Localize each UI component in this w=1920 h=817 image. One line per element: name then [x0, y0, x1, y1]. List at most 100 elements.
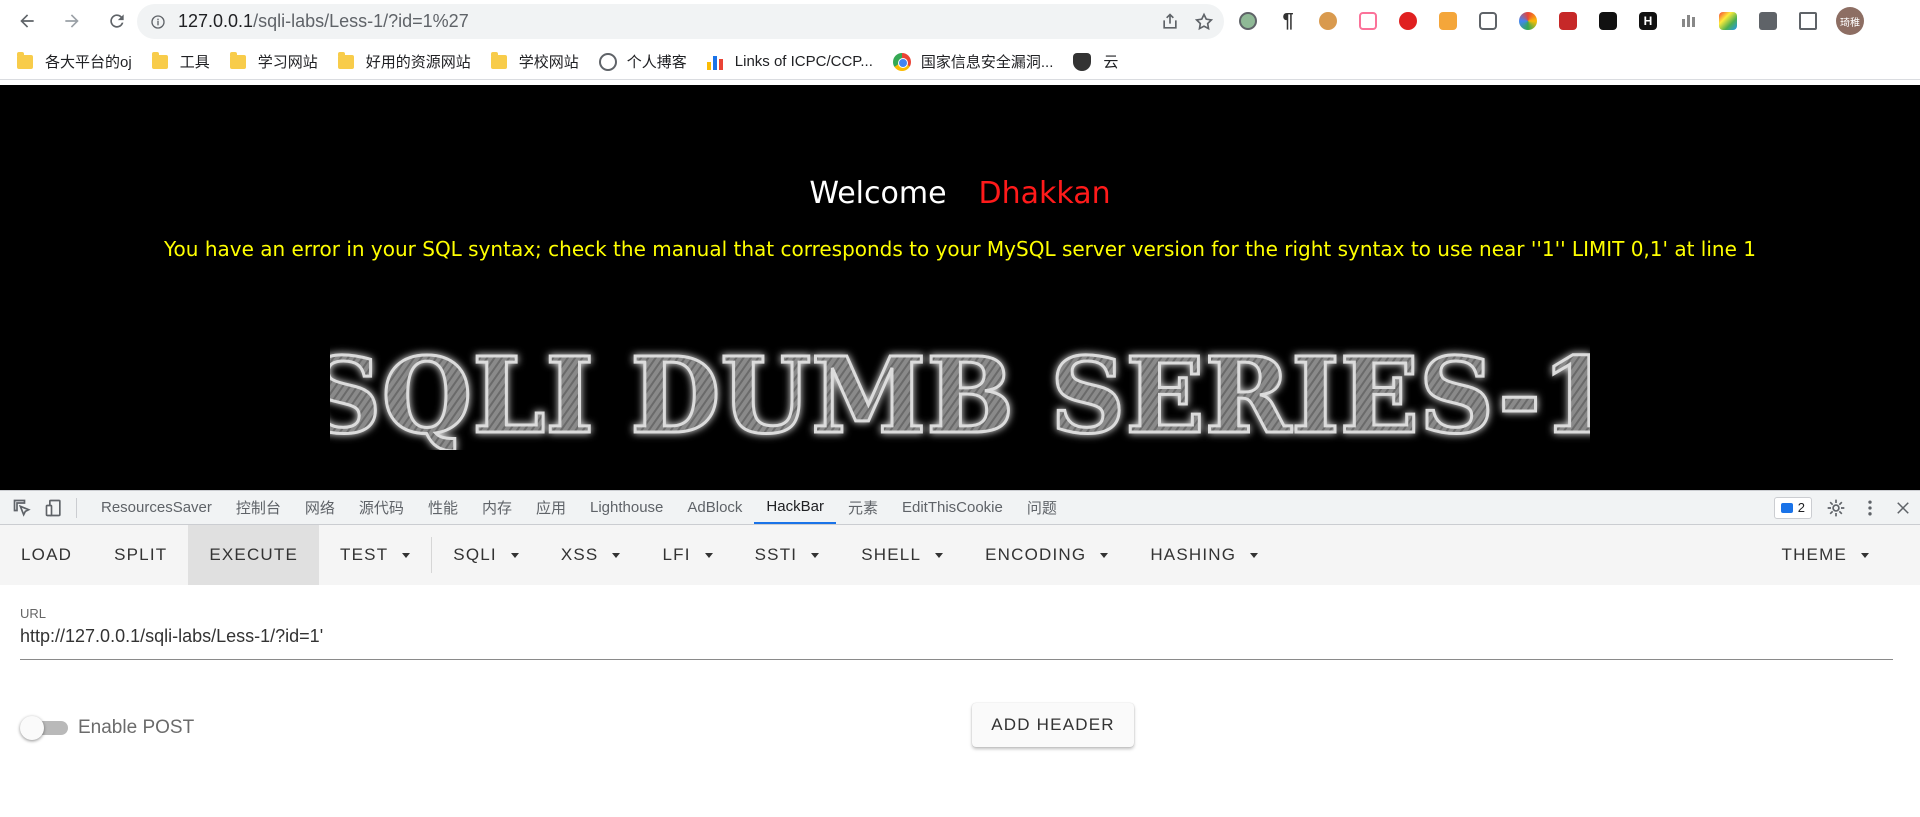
rainbow-extension-icon[interactable]: [1716, 9, 1740, 33]
profile-avatar[interactable]: 琦稚: [1836, 7, 1864, 35]
enable-post-switch[interactable]: [20, 716, 68, 740]
colorwheel-extension-icon[interactable]: [1516, 9, 1540, 33]
red-square-extension-icon[interactable]: [1556, 9, 1580, 33]
execute-button[interactable]: EXECUTE: [188, 525, 320, 585]
caret-down-icon: [1861, 552, 1869, 558]
bookmark-cloud[interactable]: 云: [1073, 48, 1118, 76]
bookmark-icpc-links[interactable]: Links of ICPC/CCP...: [706, 48, 873, 76]
bookmark-folder-oj[interactable]: 各大平台的oj: [17, 48, 132, 76]
bars-extension-icon[interactable]: [1676, 9, 1700, 33]
tab-performance[interactable]: 性能: [416, 491, 470, 524]
caret-down-icon: [811, 552, 820, 558]
bookmark-folder-study[interactable]: 学习网站: [229, 48, 318, 76]
address-bar[interactable]: 127.0.0.1/sqli-labs/Less-1/?id=1%27: [137, 4, 1224, 39]
sqli-label: SQLI: [453, 545, 497, 564]
cloud-icon: [1073, 52, 1092, 71]
lfi-menu-button[interactable]: LFI: [641, 525, 733, 585]
xss-menu-button[interactable]: XSS: [540, 525, 642, 585]
back-icon[interactable]: [9, 3, 45, 39]
cookie-extension-icon[interactable]: [1316, 9, 1340, 33]
tab-adblock[interactable]: AdBlock: [675, 491, 754, 524]
url-path: /sqli-labs/Less-1/?id=1%27: [253, 11, 469, 31]
settings-gear-icon[interactable]: [1826, 498, 1846, 518]
bookmark-folder-school[interactable]: 学校网站: [490, 48, 579, 76]
bookmark-label: 工具: [179, 54, 210, 71]
site-info-icon[interactable]: [150, 14, 166, 30]
page-viewport: Welcome Dhakkan You have an error in your…: [0, 85, 1920, 490]
bookmark-folder-resources[interactable]: 好用的资源网站: [337, 48, 471, 76]
puzzle-extension-icon[interactable]: [1756, 9, 1780, 33]
test-label: TEST: [340, 545, 389, 564]
forward-icon[interactable]: [54, 3, 90, 39]
bookmark-star-icon[interactable]: [1194, 12, 1214, 32]
tab-network[interactable]: 网络: [293, 491, 347, 524]
device-toolbar-icon[interactable]: [44, 498, 64, 518]
ssti-menu-button[interactable]: SSTI: [734, 525, 841, 585]
theme-menu-button[interactable]: THEME: [1761, 525, 1891, 585]
tab-issues[interactable]: 问题: [1015, 491, 1069, 524]
bookmark-folder-tools[interactable]: 工具: [151, 48, 210, 76]
issues-badge[interactable]: 2: [1773, 496, 1812, 519]
chart-icon: [706, 54, 725, 70]
globe-icon: [598, 52, 617, 71]
tab-elements[interactable]: 元素: [836, 491, 890, 524]
close-devtools-icon[interactable]: [1894, 499, 1912, 517]
username-text: Dhakkan: [978, 176, 1111, 211]
tab-resourcessaver[interactable]: ResourcesSaver: [89, 491, 224, 524]
folder-icon: [229, 51, 246, 69]
green-circle-extension-icon[interactable]: [1236, 9, 1260, 33]
load-button[interactable]: LOAD: [0, 525, 93, 585]
bookmark-cnnvd[interactable]: 国家信息安全漏洞...: [892, 48, 1053, 76]
tab-sources[interactable]: 源代码: [347, 491, 416, 524]
copy-extension-icon[interactable]: [1476, 9, 1500, 33]
orange-extension-icon[interactable]: [1436, 9, 1460, 33]
black-eyes-extension-icon[interactable]: [1596, 9, 1620, 33]
welcome-text: Welcome: [809, 176, 947, 211]
url-field[interactable]: http://127.0.0.1/sqli-labs/Less-1/?id=1': [20, 626, 323, 647]
lfi-label: LFI: [662, 545, 691, 564]
enable-post-toggle[interactable]: Enable POST: [20, 716, 194, 740]
red-hand-extension-icon[interactable]: [1396, 9, 1420, 33]
caret-down-icon: [935, 552, 944, 558]
add-header-button[interactable]: ADD HEADER: [972, 703, 1134, 747]
split-button[interactable]: SPLIT: [93, 525, 188, 585]
tab-hackbar[interactable]: HackBar: [754, 491, 836, 524]
chrome-icon: [892, 52, 911, 71]
share-icon[interactable]: [1160, 12, 1180, 32]
caret-down-icon: [1100, 552, 1109, 558]
bookmark-label: 云: [1103, 54, 1119, 71]
more-options-icon[interactable]: [1860, 498, 1880, 518]
encoding-menu-button[interactable]: ENCODING: [964, 525, 1129, 585]
theme-label: THEME: [1781, 545, 1847, 564]
folder-icon: [490, 51, 507, 69]
caret-down-icon: [612, 552, 621, 558]
execute-label: EXECUTE: [209, 545, 299, 564]
banner-text: SQLI DUMB SERIES-1: [330, 340, 1590, 450]
bookmark-personal-blog[interactable]: 个人搏客: [598, 48, 687, 76]
bilibili-extension-icon[interactable]: [1356, 9, 1380, 33]
tab-editthiscookie[interactable]: EditThisCookie: [890, 491, 1015, 524]
tab-application[interactable]: 应用: [524, 491, 578, 524]
sqli-menu-button[interactable]: SQLI: [432, 525, 540, 585]
reload-icon[interactable]: [99, 3, 135, 39]
hashing-menu-button[interactable]: HASHING: [1129, 525, 1279, 585]
encoding-label: ENCODING: [985, 545, 1087, 564]
caret-down-icon: [1250, 552, 1259, 558]
test-menu-button[interactable]: TEST: [319, 525, 431, 585]
hashing-label: HASHING: [1150, 545, 1237, 564]
switch-knob: [20, 716, 44, 740]
shell-label: SHELL: [861, 545, 922, 564]
tab-memory[interactable]: 内存: [470, 491, 524, 524]
welcome-line: Welcome Dhakkan: [0, 176, 1920, 211]
tab-lighthouse[interactable]: Lighthouse: [578, 491, 675, 524]
url-field-underline: [20, 659, 1893, 660]
caret-down-icon: [402, 552, 411, 558]
inspect-element-icon[interactable]: [12, 498, 32, 518]
tab-console[interactable]: 控制台: [224, 491, 293, 524]
address-url[interactable]: 127.0.0.1/sqli-labs/Less-1/?id=1%27: [178, 11, 469, 32]
side-panel-icon[interactable]: [1796, 9, 1820, 33]
h-extension-icon[interactable]: H: [1636, 9, 1660, 33]
split-label: SPLIT: [114, 545, 168, 564]
shell-menu-button[interactable]: SHELL: [840, 525, 964, 585]
pilcrow-extension-icon[interactable]: ¶: [1276, 9, 1300, 33]
